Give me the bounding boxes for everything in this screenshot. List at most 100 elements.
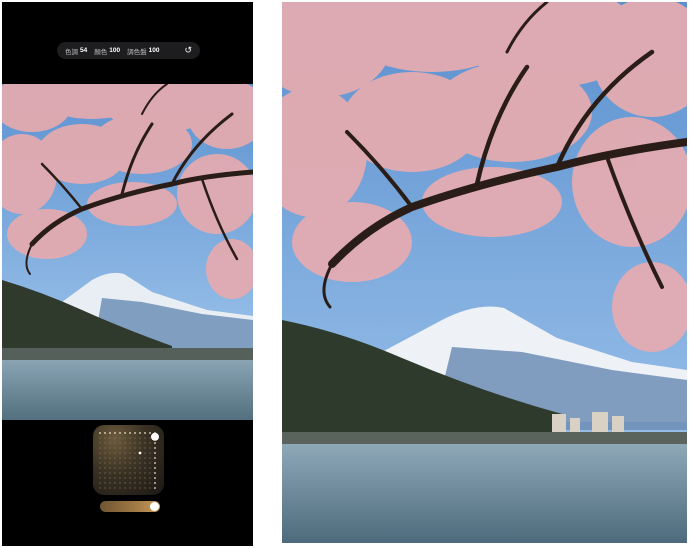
pad-dot	[119, 482, 121, 484]
pad-dot	[109, 442, 111, 444]
pad-dot	[149, 477, 151, 479]
pad-dot	[104, 432, 106, 434]
pad-dot	[99, 432, 101, 434]
pad-dot	[139, 477, 141, 479]
palette-slider[interactable]	[100, 501, 160, 512]
pad-dot	[154, 452, 156, 454]
pad-dot	[139, 457, 141, 459]
style-controls	[2, 420, 253, 546]
pad-dot	[114, 467, 116, 469]
pad-dot	[149, 482, 151, 484]
pad-dot	[114, 472, 116, 474]
palette-slider-knob[interactable]	[150, 502, 159, 511]
pad-dot	[134, 437, 136, 439]
pad-dot	[104, 482, 106, 484]
pad-dot	[124, 477, 126, 479]
pad-dot	[109, 432, 111, 434]
pad-dot	[114, 437, 116, 439]
pad-dot	[99, 437, 101, 439]
pad-handle[interactable]	[151, 432, 159, 441]
pad-dot	[114, 447, 116, 449]
pad-dot	[154, 487, 156, 489]
tone-color-pad[interactable]	[93, 425, 164, 495]
pad-dot	[104, 472, 106, 474]
pad-dot	[109, 477, 111, 479]
pad-dot	[124, 467, 126, 469]
pad-dot	[144, 467, 146, 469]
pad-dot	[154, 472, 156, 474]
pad-dot	[99, 452, 101, 454]
pad-dot	[139, 447, 141, 449]
pad-dot	[134, 462, 136, 464]
pad-dot	[134, 442, 136, 444]
pad-dot	[124, 482, 126, 484]
pad-dot	[114, 482, 116, 484]
pad-dot	[109, 447, 111, 449]
pad-dot	[139, 482, 141, 484]
pad-dot	[119, 487, 121, 489]
pad-center-marker	[138, 451, 142, 455]
pad-dot	[134, 477, 136, 479]
pad-dot	[119, 432, 121, 434]
pad-dot	[144, 487, 146, 489]
pad-dot	[149, 472, 151, 474]
pad-dot	[129, 447, 131, 449]
pad-dot	[104, 447, 106, 449]
pad-dot	[154, 477, 156, 479]
pad-dot	[104, 457, 106, 459]
pad-dot	[119, 437, 121, 439]
pad-dot	[119, 457, 121, 459]
pad-dot	[149, 447, 151, 449]
pad-dot	[149, 437, 151, 439]
pad-dot	[109, 482, 111, 484]
pad-dot	[129, 487, 131, 489]
pad-dot	[99, 467, 101, 469]
pad-dot	[149, 467, 151, 469]
pad-dot	[124, 432, 126, 434]
pad-dot	[129, 442, 131, 444]
full-photo	[282, 2, 687, 543]
pad-dot	[109, 472, 111, 474]
pad-dot	[124, 452, 126, 454]
reset-icon[interactable]: ↺	[184, 46, 192, 55]
pad-dot	[114, 452, 116, 454]
pad-dot	[124, 442, 126, 444]
pad-dot	[119, 447, 121, 449]
pad-dot	[124, 457, 126, 459]
preview-photo	[2, 84, 253, 420]
pad-dot	[154, 467, 156, 469]
pad-dot	[124, 472, 126, 474]
pad-dot	[129, 477, 131, 479]
pad-dot	[119, 442, 121, 444]
pad-dot	[104, 442, 106, 444]
pad-dot	[129, 432, 131, 434]
tone-label: 色調	[65, 48, 78, 56]
style-values-pill[interactable]: 色調 54 顏色 100 調色盤 100 ↺	[57, 42, 200, 59]
pad-dot	[109, 437, 111, 439]
pad-dot	[114, 487, 116, 489]
pad-dot	[139, 487, 141, 489]
pad-dot	[134, 467, 136, 469]
pad-dot	[149, 487, 151, 489]
pad-dot	[114, 432, 116, 434]
pad-dot	[154, 482, 156, 484]
pad-dot	[144, 442, 146, 444]
pad-dot	[129, 457, 131, 459]
pad-dot	[129, 437, 131, 439]
pad-dot	[144, 462, 146, 464]
pad-dot	[99, 442, 101, 444]
pad-dot	[124, 487, 126, 489]
pad-dot	[144, 477, 146, 479]
pad-dot	[144, 452, 146, 454]
tone-value: 54	[80, 47, 88, 54]
pad-dot	[134, 487, 136, 489]
camera-editor-phone: 色調 54 顏色 100 調色盤 100 ↺	[2, 2, 253, 546]
pad-dot	[99, 477, 101, 479]
pad-dot	[129, 452, 131, 454]
pad-dot	[154, 462, 156, 464]
pad-dot	[129, 467, 131, 469]
pad-dot	[109, 467, 111, 469]
pad-dot	[114, 477, 116, 479]
pad-dot	[129, 482, 131, 484]
pad-dot	[139, 432, 141, 434]
